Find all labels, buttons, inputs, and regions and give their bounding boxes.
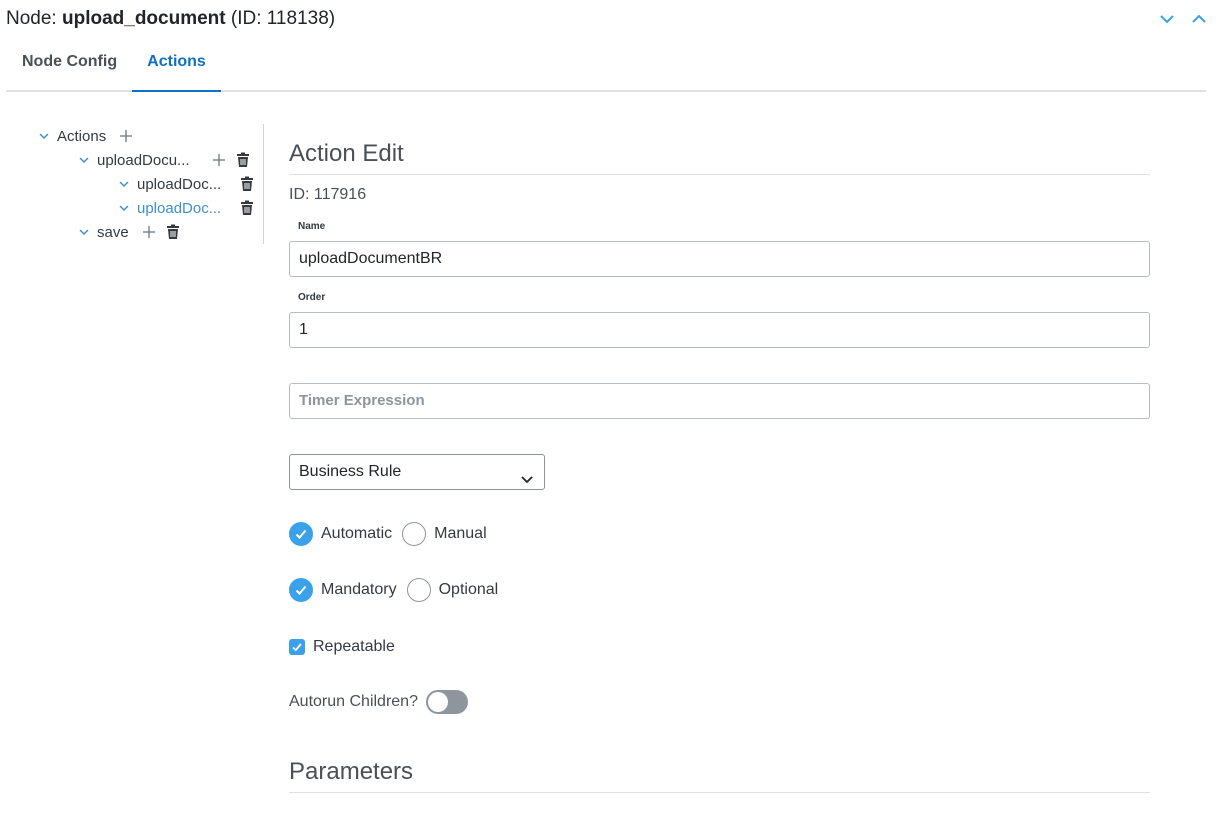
trash-icon[interactable] (165, 224, 181, 240)
chevron-down-icon[interactable] (1158, 10, 1176, 28)
autorun-toggle[interactable] (425, 690, 468, 714)
chevron-down-icon[interactable] (38, 130, 50, 142)
parameters-title: Parameters (289, 758, 1150, 793)
tab-bar: Node Config Actions (6, 40, 1206, 92)
name-input[interactable] (289, 241, 1150, 277)
node-title-prefix: Node: (6, 8, 62, 29)
tree-item-label: uploadDoc... (137, 199, 222, 217)
radio-manual[interactable] (402, 522, 427, 546)
add-icon[interactable] (211, 152, 227, 168)
node-title: Node: upload_document (ID: 118138) (6, 8, 335, 30)
tree-item[interactable]: uploadDoc... (118, 172, 255, 196)
trash-icon[interactable] (239, 176, 255, 192)
chevron-down-icon[interactable] (78, 154, 90, 166)
tree-item[interactable]: uploadDocu... (78, 148, 251, 172)
tree-item[interactable]: save (78, 220, 181, 244)
chevron-down-icon (520, 466, 534, 484)
requirement-radio-group: Mandatory Optional (289, 578, 498, 602)
node-id: (ID: 118138) (225, 8, 336, 29)
parameters-section: Parameters (289, 758, 1150, 793)
tree-root-actions[interactable]: Actions (38, 124, 134, 148)
action-type-select[interactable]: Business Rule (289, 454, 545, 490)
chevron-up-icon[interactable] (1190, 10, 1208, 28)
toggle-knob (427, 692, 448, 712)
node-name: upload_document (61, 8, 226, 29)
order-input[interactable] (289, 312, 1150, 348)
tree-item-label: uploadDocu... (97, 151, 190, 169)
tree-item-label: Actions (57, 127, 107, 145)
trash-icon[interactable] (235, 152, 251, 168)
tab-actions[interactable]: Actions (132, 40, 221, 92)
radio-mandatory[interactable] (289, 578, 313, 602)
add-icon[interactable] (141, 224, 157, 240)
chevron-down-icon[interactable] (118, 178, 130, 190)
order-label: Order (298, 292, 326, 303)
autorun-label: Autorun Children? (289, 693, 418, 710)
timer-expression-input[interactable] (289, 383, 1150, 419)
action-edit-panel: Action Edit ID: 117916 Name Order Busine… (289, 140, 1150, 793)
tab-node-config[interactable]: Node Config (6, 40, 133, 92)
add-icon[interactable] (118, 128, 134, 144)
autorun-row: Autorun Children? (289, 690, 468, 714)
repeatable-label: Repeatable (313, 638, 395, 655)
trigger-radio-group: Automatic Manual (289, 522, 487, 546)
radio-mandatory-label: Mandatory (321, 581, 397, 598)
actions-tree: Actions uploadDocu... uploadDoc... uploa… (0, 124, 264, 244)
tree-item-selected[interactable]: uploadDoc... (118, 196, 255, 220)
radio-automatic[interactable] (289, 522, 313, 546)
repeatable-row: Repeatable (289, 638, 395, 656)
radio-automatic-label: Automatic (321, 525, 393, 542)
name-label: Name (298, 221, 326, 232)
header-collapse-controls (1158, 10, 1208, 28)
tree-item-label: uploadDoc... (137, 175, 222, 193)
repeatable-checkbox[interactable] (289, 639, 305, 655)
action-id: ID: 117916 (289, 186, 367, 203)
radio-optional[interactable] (406, 578, 431, 602)
trash-icon[interactable] (239, 200, 255, 216)
tree-item-label: save (97, 223, 129, 241)
action-edit-title: Action Edit (289, 140, 1150, 175)
chevron-down-icon[interactable] (78, 226, 90, 238)
radio-optional-label: Optional (438, 581, 499, 598)
chevron-down-icon[interactable] (118, 202, 130, 214)
action-type-value: Business Rule (299, 463, 402, 480)
radio-manual-label: Manual (434, 525, 487, 542)
